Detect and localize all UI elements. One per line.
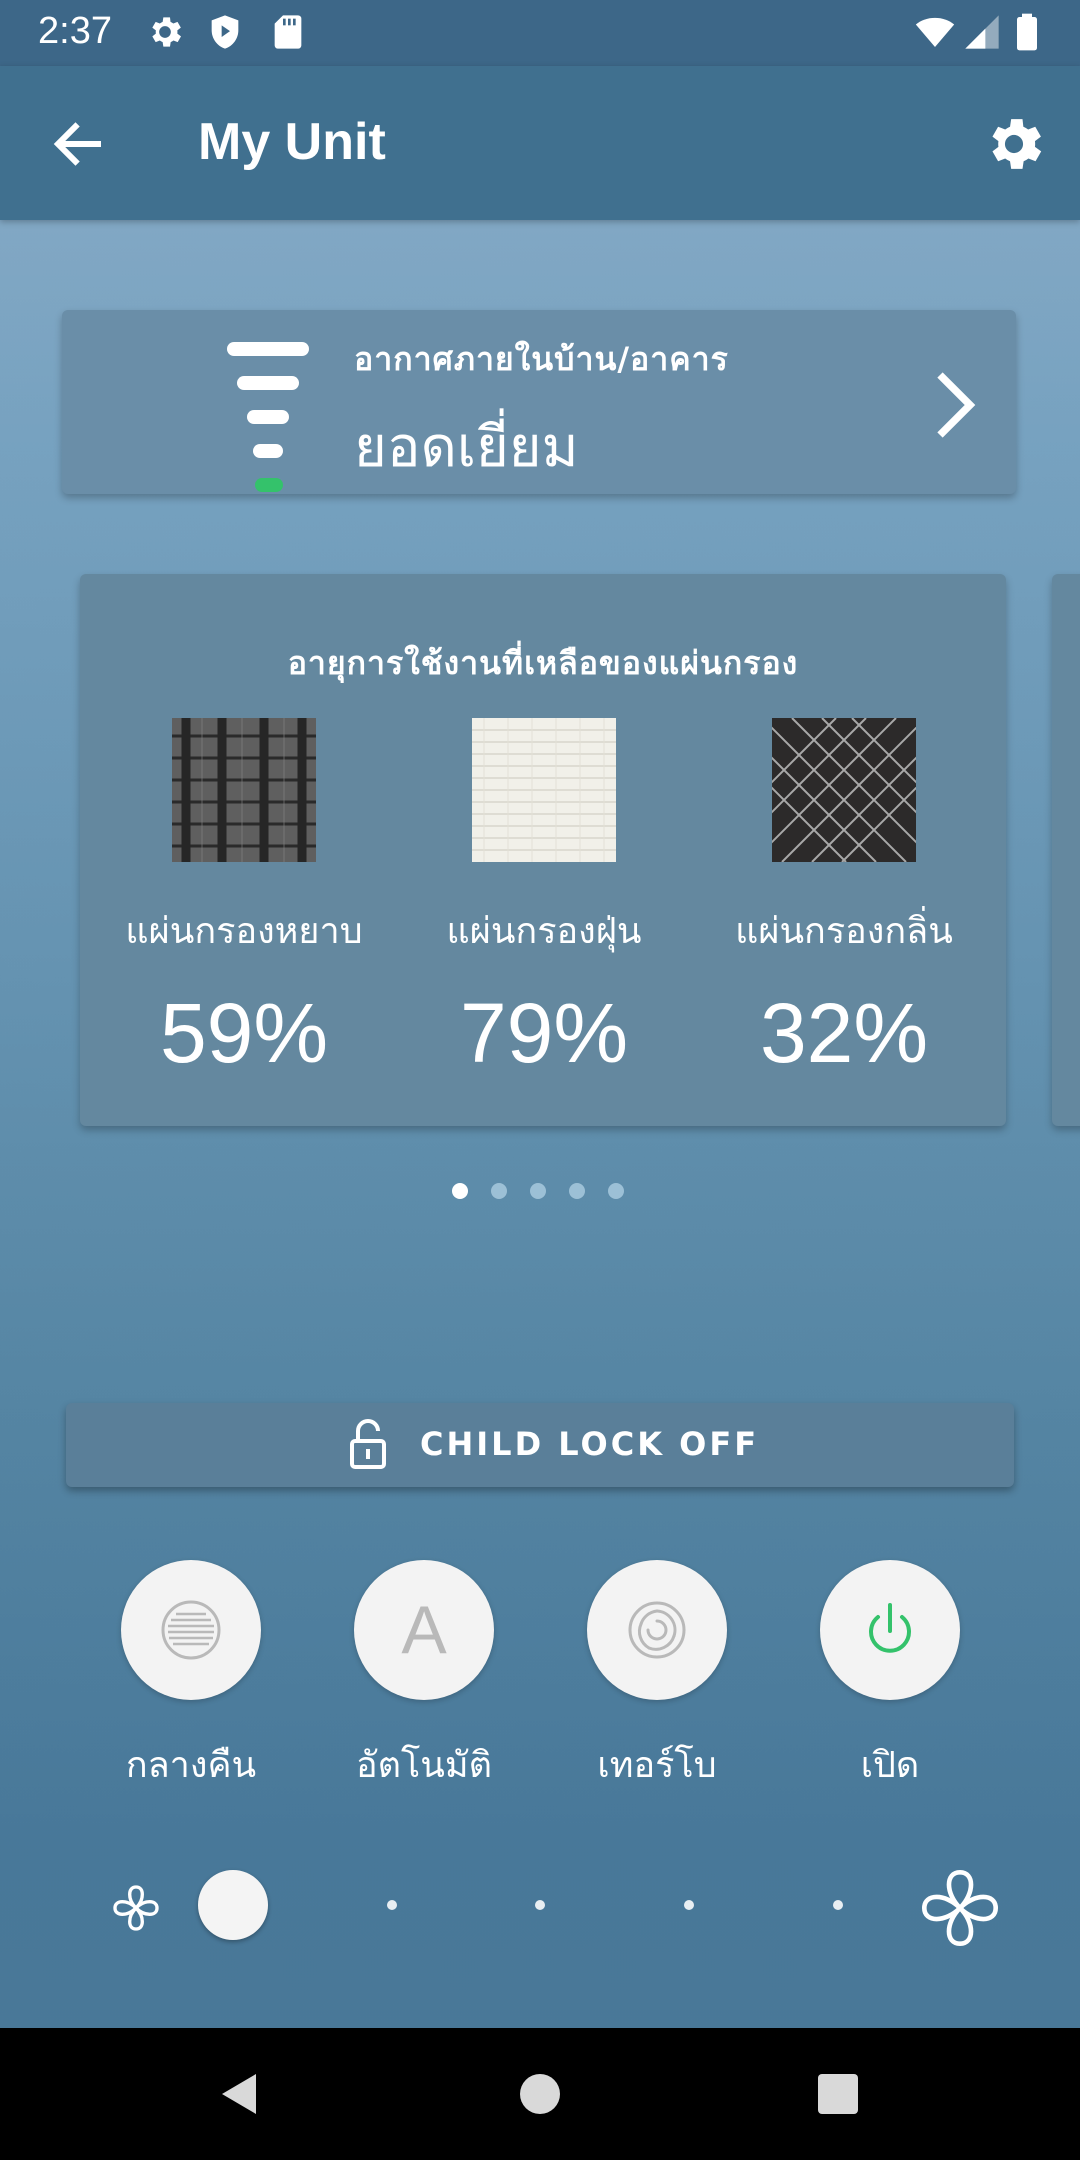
fan-speed-slider-knob[interactable] <box>198 1870 268 1940</box>
filter-item-odor: แผ่นกรองกลิ่น 32% <box>694 718 994 1082</box>
fan-speed-tick[interactable] <box>833 1900 843 1910</box>
child-lock-label: CHILD LOCK OFF <box>420 1425 760 1463</box>
dust-filter-image <box>472 718 616 862</box>
mode-turbo: เทอร์โบ <box>557 1560 757 1793</box>
mode-power: เปิด <box>790 1560 990 1793</box>
signal-icon <box>965 15 999 49</box>
page-dot[interactable] <box>608 1183 624 1199</box>
air-quality-value: ยอดเยี่ยม <box>354 415 579 480</box>
gear-icon[interactable] <box>980 110 1048 178</box>
shield-play-icon <box>211 15 239 49</box>
svg-text:A: A <box>401 1595 447 1665</box>
turbo-mode-button[interactable] <box>587 1560 727 1700</box>
mode-auto: A อัตโนมัติ <box>324 1560 524 1793</box>
filter-name: แผ่นกรองฝุ่น <box>446 911 642 952</box>
mode-label: อัตโนมัติ <box>355 1745 493 1786</box>
page-indicator <box>452 1183 632 1203</box>
filter-name: แผ่นกรองกลิ่น <box>735 911 953 952</box>
filter-percent: 79% <box>459 986 629 1080</box>
power-icon <box>869 1603 911 1653</box>
system-nav-bar <box>0 2028 1080 2160</box>
page-dot[interactable] <box>569 1183 585 1199</box>
unlock-icon <box>350 1419 386 1469</box>
chevron-right-icon[interactable] <box>930 370 980 440</box>
gear-icon <box>152 17 181 47</box>
fan-speed-tick[interactable] <box>387 1900 397 1910</box>
next-card-peek[interactable] <box>1052 574 1080 1126</box>
power-button[interactable] <box>820 1560 960 1700</box>
night-mode-button[interactable] <box>121 1560 261 1700</box>
air-quality-level-icon <box>227 330 367 492</box>
filter-heading: อายุการใช้งานที่เหลือของแผ่นกรอง <box>287 644 799 682</box>
page-dot[interactable] <box>452 1183 468 1199</box>
status-time: 2:37 <box>38 10 112 52</box>
mode-label: เทอร์โบ <box>597 1745 717 1786</box>
page-dot[interactable] <box>530 1183 546 1199</box>
arrow-left-icon[interactable] <box>48 114 108 174</box>
mode-night: กลางคืน <box>91 1560 291 1793</box>
fan-low-icon <box>113 1885 159 1931</box>
pre-filter-image <box>172 718 316 862</box>
auto-a-icon: A <box>401 1595 447 1665</box>
night-mode-icon <box>161 1600 221 1660</box>
filter-item-pre: แผ่นกรองหยาบ 59% <box>94 718 394 1082</box>
battery-icon <box>1017 13 1037 51</box>
page-title: My Unit <box>198 113 386 171</box>
page-dot[interactable] <box>491 1183 507 1199</box>
fan-speed-tick[interactable] <box>535 1900 545 1910</box>
filter-name: แผ่นกรองหยาบ <box>125 911 363 952</box>
fan-high-icon <box>921 1869 999 1947</box>
mode-label: กลางคืน <box>125 1745 257 1786</box>
filter-percent: 59% <box>159 986 329 1080</box>
nav-home-icon[interactable] <box>516 2070 564 2118</box>
wifi-icon <box>915 17 955 47</box>
sd-card-icon <box>274 15 302 49</box>
auto-mode-button[interactable]: A <box>354 1560 494 1700</box>
fan-speed-tick[interactable] <box>684 1900 694 1910</box>
child-lock-button[interactable]: CHILD LOCK OFF <box>66 1403 1014 1487</box>
app-bar: My Unit <box>0 66 1080 220</box>
air-quality-card[interactable]: อากาศภายในบ้าน/อาคาร ยอดเยี่ยม <box>62 310 1016 494</box>
nav-back-icon[interactable] <box>216 2070 264 2118</box>
odor-filter-image <box>772 718 916 862</box>
nav-recents-icon[interactable] <box>814 2070 862 2118</box>
status-bar: 2:37 <box>0 0 1080 66</box>
filter-percent: 32% <box>759 986 929 1080</box>
turbo-swirl-icon <box>628 1601 686 1659</box>
filter-life-card[interactable]: อายุการใช้งานที่เหลือของแผ่นกรอง แผ่นกรอ… <box>80 574 1006 1126</box>
mode-label: เปิด <box>860 1745 920 1786</box>
air-quality-label: อากาศภายในบ้าน/อาคาร <box>354 340 729 378</box>
filter-item-dust: แผ่นกรองฝุ่น 79% <box>394 718 694 1082</box>
